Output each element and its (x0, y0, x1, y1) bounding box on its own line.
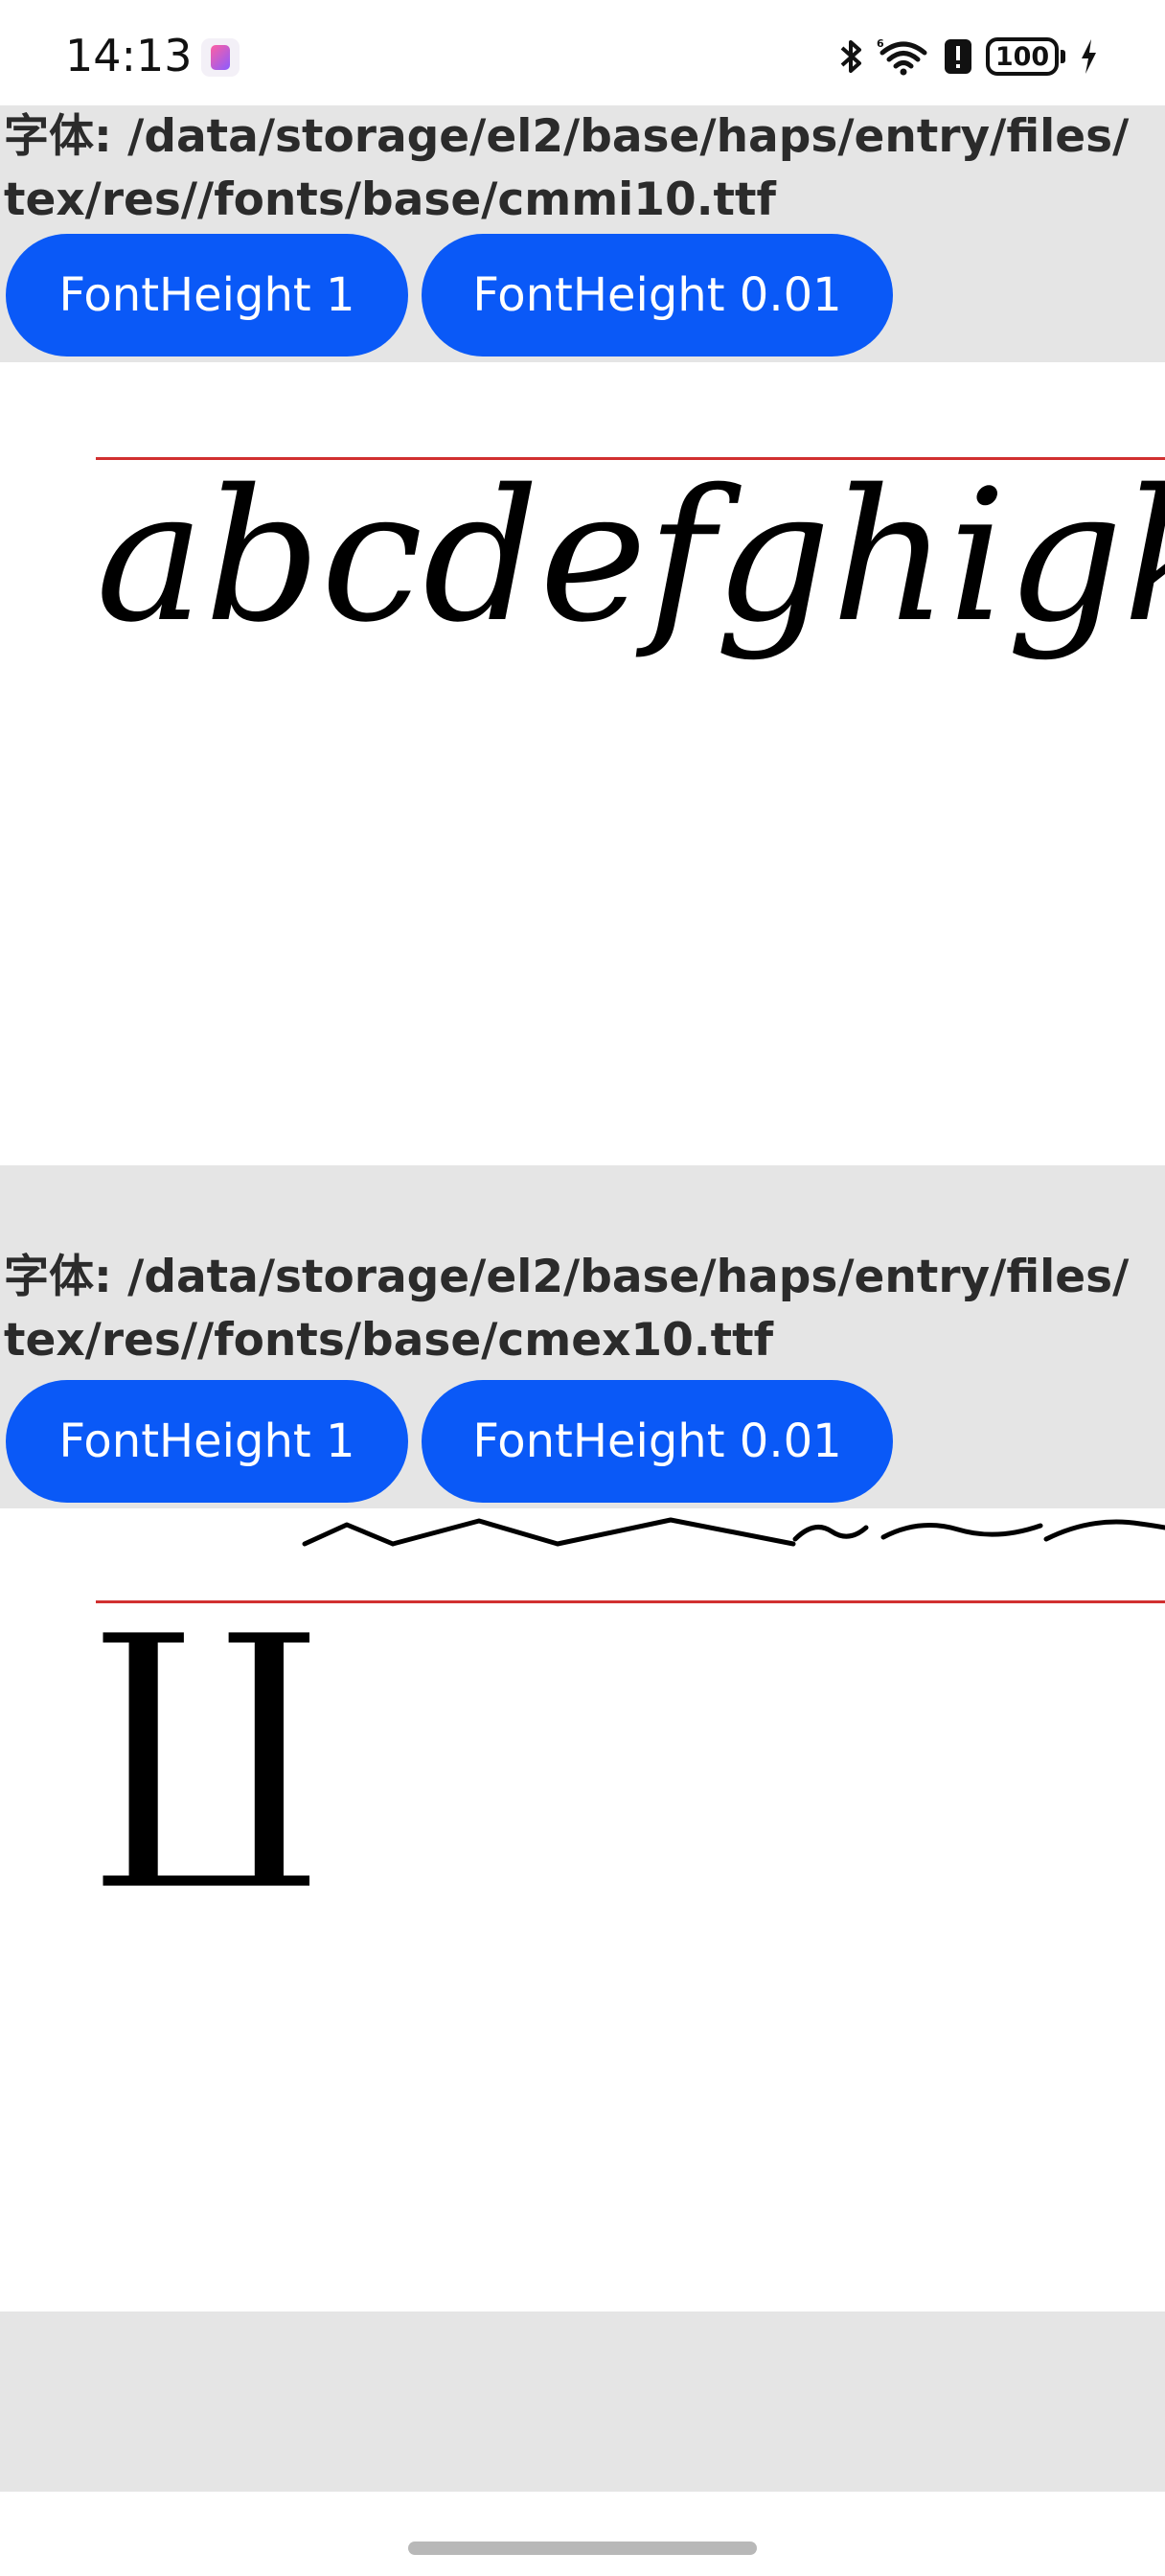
font-height-001-button[interactable]: FontHeight 0.01 (422, 1380, 893, 1503)
svg-text:6: 6 (877, 37, 884, 50)
font-preview-cmex10: ∐ (0, 1508, 1165, 2312)
font-path-line-2: tex/res//fonts/base/cmex10.ttf (4, 1314, 774, 1367)
home-indicator[interactable] (408, 2542, 757, 2555)
app-notification-icon (201, 38, 240, 77)
battery-icon: 100 (986, 37, 1065, 76)
hat-accent-small (302, 1522, 396, 1547)
sample-glyph: ∐ (96, 1576, 317, 1898)
status-bar: 14:13 6 100 (0, 0, 1165, 105)
font-height-1-button[interactable]: FontHeight 1 (6, 1380, 408, 1503)
font-preview-cmmi10: abcdefghigklmn (0, 362, 1165, 1165)
battery-level: 100 (986, 37, 1059, 76)
font-height-1-button[interactable]: FontHeight 1 (6, 234, 408, 356)
wifi-icon: 6 (877, 37, 927, 76)
hat-accent-medium (390, 1518, 560, 1547)
status-time: 14:13 (65, 30, 193, 81)
app-screen: 14:13 6 100 字体: /data/storage/el2/base/h… (0, 0, 1165, 2576)
font-section-cmex10-header: 字体: /data/storage/el2/base/haps/entry/fi… (0, 1165, 1165, 1508)
bottom-spacer (0, 2312, 1165, 2492)
sample-text: abcdefghigklmn (96, 450, 1165, 662)
tilde-accent-large (1043, 1519, 1165, 1542)
font-path-label: 字体: /data/storage/el2/base/haps/entry/fi… (4, 105, 1165, 232)
font-path-line-1: 字体: /data/storage/el2/base/haps/entry/fi… (4, 1251, 1130, 1303)
tilde-accent-medium (880, 1523, 1043, 1540)
font-path-label: 字体: /data/storage/el2/base/haps/entry/fi… (4, 1246, 1165, 1372)
navigation-bar (0, 2492, 1165, 2576)
font-path-line-1: 字体: /data/storage/el2/base/haps/entry/fi… (4, 110, 1130, 163)
font-section-cmmi10-header: 字体: /data/storage/el2/base/haps/entry/fi… (0, 105, 1165, 362)
tilde-accent-small (792, 1525, 869, 1542)
hat-accent-large (555, 1517, 796, 1547)
bluetooth-icon (840, 40, 861, 73)
wide-accent-glyphs (302, 1517, 1165, 1547)
font-path-line-2: tex/res//fonts/base/cmmi10.ttf (4, 173, 776, 226)
font-height-001-button[interactable]: FontHeight 0.01 (422, 234, 893, 356)
alert-icon (945, 39, 971, 74)
status-icons: 6 100 (838, 33, 1098, 80)
charging-icon (1082, 39, 1096, 74)
